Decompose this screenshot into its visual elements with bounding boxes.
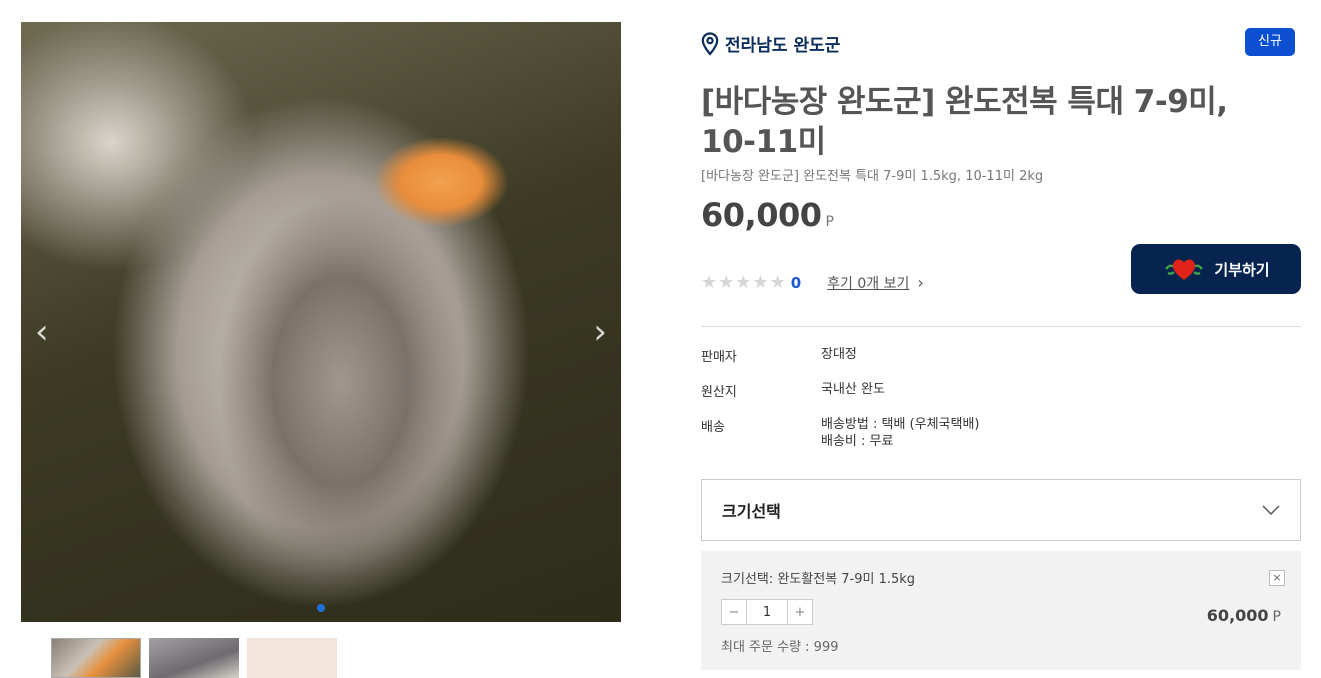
shipping-fee: 배송비 : 무료: [821, 434, 894, 449]
chevron-right-icon[interactable]: ›: [917, 273, 923, 292]
product-main-image[interactable]: [21, 22, 621, 622]
shipping-method: 배송방법 : 택배 (우체국택배): [821, 417, 980, 432]
donate-button[interactable]: 기부하기: [1131, 244, 1301, 294]
thumbnail-list: [51, 638, 337, 678]
review-link[interactable]: 후기 0개 보기: [827, 273, 909, 293]
carousel-dots: [21, 604, 621, 612]
spec-value: 장대정: [821, 347, 857, 362]
star-icon: ★: [701, 272, 718, 293]
spec-value: 국내산 완도: [821, 382, 885, 397]
spec-row-shipping: 배송 배송방법 : 택배 (우체국택배) 배송비 : 무료: [701, 416, 979, 450]
carousel-dot-active[interactable]: [317, 604, 325, 612]
quantity-input[interactable]: 1: [747, 599, 787, 625]
rating: ★ ★ ★ ★ ★ 0 후기 0개 보기 ›: [701, 272, 924, 293]
size-select-label: 크기선택: [722, 502, 781, 521]
close-icon[interactable]: ×: [1269, 570, 1285, 586]
chevron-left-icon[interactable]: ‹: [35, 312, 49, 352]
thumbnail-1[interactable]: [51, 638, 141, 678]
star-icon: ★: [752, 272, 769, 293]
decrease-button[interactable]: −: [721, 599, 747, 625]
product-price: 60,000 P: [701, 196, 834, 234]
location: 전라남도 완도군: [701, 31, 840, 56]
price-unit: P: [825, 214, 834, 230]
product-gallery: ‹ ›: [21, 22, 621, 622]
divider: [701, 326, 1301, 327]
price-value: 60,000: [701, 196, 822, 234]
line-price: 60,000 P: [1207, 606, 1281, 625]
chevron-right-icon[interactable]: ›: [593, 312, 607, 352]
rating-count: 0: [790, 273, 802, 292]
star-icon: ★: [718, 272, 735, 293]
spec-value: 배송방법 : 택배 (우체국택배) 배송비 : 무료: [821, 416, 979, 450]
line-price-value: 60,000: [1206, 606, 1269, 625]
increase-button[interactable]: +: [787, 599, 813, 625]
max-quantity-note: 최대 주문 수량 : 999: [721, 640, 839, 655]
spec-list: 판매자 장대정 원산지 국내산 완도 배송 배송방법 : 택배 (우체국택배) …: [701, 346, 979, 466]
star-icon: ★: [735, 272, 752, 293]
donate-label: 기부하기: [1214, 261, 1270, 279]
size-select[interactable]: 크기선택: [701, 479, 1301, 541]
line-price-unit: P: [1272, 609, 1281, 625]
thumbnail-2[interactable]: [149, 638, 239, 678]
selected-option-panel: 크기선택: 완도활전복 7-9미 1.5kg × − 1 + 60,000 P …: [701, 551, 1301, 670]
spec-label: 원산지: [701, 385, 737, 400]
spec-row-seller: 판매자 장대정: [701, 346, 979, 365]
product-title: [바다농장 완도군] 완도전복 특대 7-9미, 10-11미: [701, 84, 1228, 160]
star-icon: ★: [769, 272, 786, 293]
map-pin-icon: [701, 31, 719, 56]
thumbnail-3[interactable]: [247, 638, 337, 678]
spec-label: 판매자: [701, 350, 737, 365]
product-subtitle: [바다농장 완도군] 완도전복 특대 7-9미 1.5kg, 10-11미 2k…: [701, 169, 1044, 184]
quantity-stepper: − 1 +: [721, 599, 813, 625]
selected-option-name: 크기선택: 완도활전복 7-9미 1.5kg: [721, 572, 916, 587]
heart-icon: [1165, 259, 1204, 280]
location-text: 전라남도 완도군: [725, 36, 841, 56]
spec-row-origin: 원산지 국내산 완도: [701, 381, 979, 400]
chevron-down-icon: [1262, 505, 1280, 515]
new-badge: 신규: [1245, 28, 1295, 56]
spec-label: 배송: [701, 420, 725, 435]
